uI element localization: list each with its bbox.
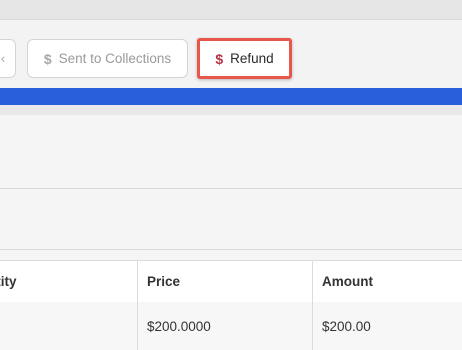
column-header-quantity[interactable]: ntity [0,261,137,302]
refund-button[interactable]: $ Refund [197,38,292,79]
dollar-icon: $ [215,50,224,67]
column-header-amount-label: Amount [322,274,373,289]
column-header-price-label: Price [147,274,181,289]
section-gap [0,105,462,115]
refund-label: Refund [230,51,274,66]
line-items-table: ntity Price Amount $200.0000 $200.00 [0,260,462,350]
cell-price-value: $200.0000 [147,319,211,334]
details-panel [0,115,462,260]
top-strip [0,0,462,19]
column-header-amount[interactable]: Amount [312,261,462,302]
section-header-bar [0,88,462,105]
table-cell-price: $200.0000 [137,302,312,350]
table-cell-quantity [0,302,137,350]
table-cell-amount: $200.00 [312,302,462,350]
partial-button-label: ‹ [0,51,6,66]
action-toolbar: ‹ $ Sent to Collections $ Refund [0,19,462,88]
sent-to-collections-button[interactable]: $ Sent to Collections [27,39,188,78]
sent-to-collections-label: Sent to Collections [58,51,172,66]
partial-toolbar-button[interactable]: ‹ [0,39,16,78]
dollar-icon: $ [43,50,52,67]
column-header-price[interactable]: Price [137,261,312,302]
panel-divider [0,249,462,250]
panel-divider [0,188,462,189]
column-header-quantity-label: ntity [0,274,17,289]
cell-amount-value: $200.00 [322,319,371,334]
